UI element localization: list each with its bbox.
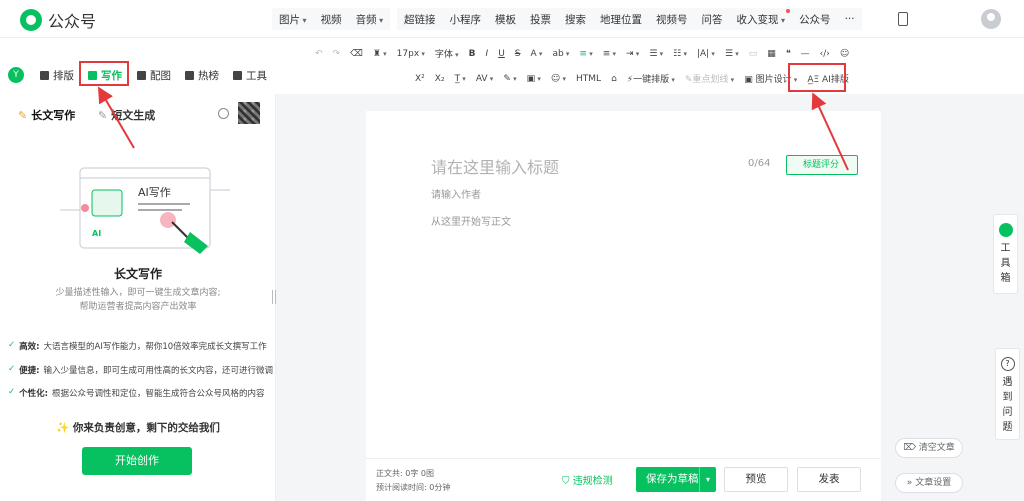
- annotation-arrows: [97, 86, 849, 171]
- arrow-ai-layout: [811, 92, 849, 171]
- arrow-writing: [97, 86, 135, 149]
